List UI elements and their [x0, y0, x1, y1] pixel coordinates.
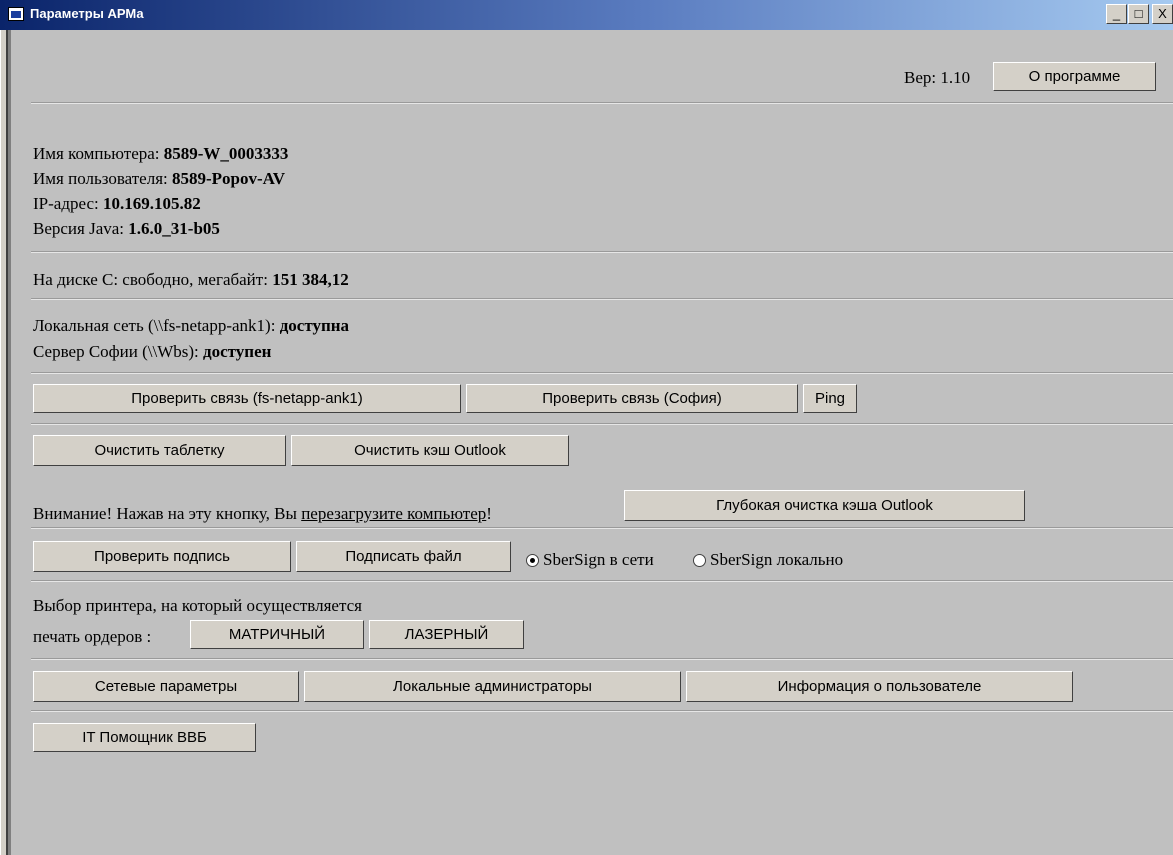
separator [31, 710, 1173, 712]
computer-name-value: 8589-W_0003333 [163, 144, 289, 163]
title-bar[interactable]: Параметры АРМа _ □ X [0, 0, 1173, 30]
separator [31, 102, 1173, 104]
about-button[interactable]: О программе [993, 62, 1156, 91]
matrix-printer-button[interactable]: МАТРИЧНЫЙ [190, 620, 364, 649]
radio-selected-dot [530, 558, 535, 563]
reboot-link[interactable]: перезагрузите компьютер [301, 504, 486, 523]
radio-sbersign-local-label[interactable]: SberSign локально [710, 550, 843, 570]
sofia-server-row: Сервер Софии (\\Wbs): доступен [33, 342, 271, 362]
user-name-label: Имя пользователя: [33, 169, 172, 188]
local-network-status: доступна [279, 316, 350, 335]
version-label: Вер: 1.10 [904, 68, 971, 87]
separator [31, 527, 1173, 529]
network-params-button[interactable]: Сетевые параметры [33, 671, 299, 702]
check-signature-button[interactable]: Проверить подпись [33, 541, 291, 572]
separator [31, 298, 1173, 300]
ip-value: 10.169.105.82 [102, 194, 201, 213]
printer-label-line2: печать ордеров : [33, 627, 152, 646]
separator [31, 658, 1173, 660]
disk-label: На диске C: свободно, мегабайт: [33, 270, 273, 289]
java-label: Версия Java: [33, 219, 129, 238]
ip-label: IP-адрес: [33, 194, 103, 213]
local-network-label: Локальная сеть (\\fs-netapp-ank1): [33, 316, 280, 335]
maximize-button[interactable]: □ [1128, 4, 1149, 24]
radio-sbersign-network[interactable] [526, 554, 539, 567]
sofia-server-status: доступен [203, 342, 272, 361]
separator [31, 372, 1173, 374]
sofia-server-label: Сервер Софии (\\Wbs): [33, 342, 204, 361]
app-window: Параметры АРМа _ □ X Вер: 1.10 О програм… [0, 0, 1173, 855]
laser-printer-button[interactable]: ЛАЗЕРНЫЙ [369, 620, 524, 649]
ip-row: IP-адрес: 10.169.105.82 [33, 194, 201, 214]
clear-tablet-button[interactable]: Очистить таблетку [33, 435, 286, 466]
radio-sbersign-local[interactable] [693, 554, 706, 567]
clear-outlook-cache-button[interactable]: Очистить кэш Outlook [291, 435, 569, 466]
computer-name-row: Имя компьютера: 8589-W_0003333 [33, 144, 288, 164]
local-network-row: Локальная сеть (\\fs-netapp-ank1): досту… [33, 316, 349, 336]
radio-sbersign-network-label[interactable]: SberSign в сети [543, 550, 654, 570]
local-admins-button[interactable]: Локальные администраторы [304, 671, 681, 702]
user-info-button[interactable]: Информация о пользователе [686, 671, 1073, 702]
warning-text-end: ! [486, 504, 492, 523]
separator [31, 580, 1173, 582]
reboot-warning: Внимание! Нажав на эту кнопку, Вы переза… [33, 504, 492, 524]
window-frame-left [0, 30, 11, 855]
user-name-row: Имя пользователя: 8589-Popov-AV [33, 169, 285, 189]
disk-free-value: 151 384,12 [272, 270, 349, 289]
it-helper-button[interactable]: IT Помощник ВВБ [33, 723, 256, 752]
separator [31, 251, 1173, 253]
close-button[interactable]: X [1152, 4, 1173, 24]
check-sofia-button[interactable]: Проверить связь (София) [466, 384, 798, 413]
computer-name-label: Имя компьютера: [33, 144, 164, 163]
sign-file-button[interactable]: Подписать файл [296, 541, 511, 572]
app-icon [8, 7, 24, 21]
window-title: Параметры АРМа [30, 6, 144, 21]
warning-text: Внимание! Нажав на эту кнопку, Вы [33, 504, 302, 523]
separator [31, 423, 1173, 425]
main-panel: Вер: 1.10 О программе Имя компьютера: 85… [11, 30, 1173, 855]
disk-row: На диске C: свободно, мегабайт: 151 384,… [33, 270, 349, 290]
java-value: 1.6.0_31-b05 [128, 219, 220, 238]
deep-clean-outlook-button[interactable]: Глубокая очистка кэша Outlook [624, 490, 1025, 521]
java-row: Версия Java: 1.6.0_31-b05 [33, 219, 220, 239]
check-fs-button[interactable]: Проверить связь (fs-netapp-ank1) [33, 384, 461, 413]
user-name-value: 8589-Popov-AV [172, 169, 286, 188]
printer-label-line1: Выбор принтера, на который осуществляетс… [33, 596, 362, 615]
minimize-button[interactable]: _ [1106, 4, 1127, 24]
ping-button[interactable]: Ping [803, 384, 857, 413]
